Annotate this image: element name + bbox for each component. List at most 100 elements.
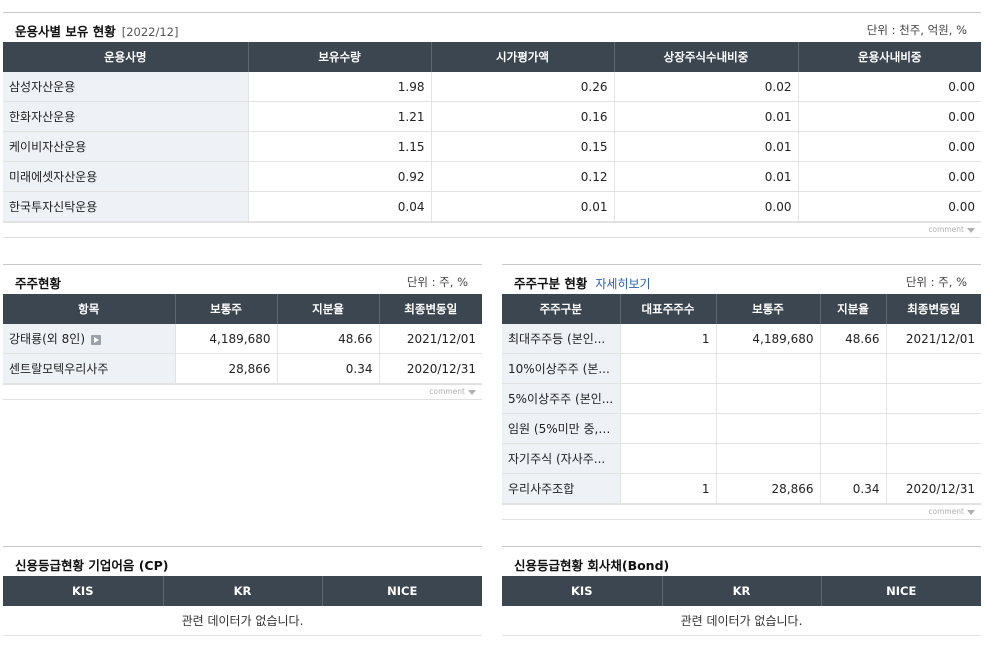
class-name: 임원 (5%미만 중, ... [502,413,620,444]
cell: 0.00 [797,72,981,102]
panel-title: 신용등급현황 회사채(Bond) [514,558,670,573]
col-holder-count: 대표주주수 [619,294,716,324]
comment-toggle[interactable]: comment [3,384,482,400]
cell: 48.66 [819,324,886,354]
col-last-changed: 최종변동일 [378,294,482,324]
cell: 0.34 [276,353,379,384]
col-kis: KIS [502,576,662,606]
table-header-row: 주주구분 대표주주수 보통주 지분율 최종변동일 [502,294,981,324]
cell: 1 [619,473,716,504]
cell [885,353,981,384]
holder-name: 센트랄모텍우리사주 [3,353,175,384]
chevron-down-icon [967,227,975,233]
unit-label: 단위 : 천주, 억원, % [866,23,967,37]
fund-holdings-table: 운용사명 보유수량 시가평가액 상장주식수내비중 운용사내비중 삼성자산운용 1.… [3,42,981,222]
credit-rating-cp-table: KIS KR NICE 관련 데이터가 없습니다. [3,576,482,636]
cell: 1.21 [247,101,431,132]
col-share-ratio: 지분율 [276,294,379,324]
table-row: 한화자산운용 1.21 0.16 0.01 0.00 [3,101,981,132]
cell: 1.15 [247,131,431,162]
col-holder-class: 주주구분 [502,294,620,324]
fund-name: 한화자산운용 [3,101,248,132]
cell [819,413,886,444]
col-common-stock: 보통주 [174,294,277,324]
cell: 0.00 [797,131,981,162]
credit-rating-cp-panel: 신용등급현황 기업어음 (CP) KIS KR NICE 관련 데이터가 없습니… [3,546,482,636]
fund-holdings-title: 운용사별 보유 현황 [15,24,116,39]
table-header-row: KIS KR NICE [3,576,482,606]
cell: 4,189,680 [715,324,820,354]
cell: 1.98 [247,72,431,102]
table-row: 자기주식 (자사주... [502,443,981,474]
panel-title: 주주현황 [15,276,62,291]
credit-rating-cp-header: 신용등급현황 기업어음 (CP) [3,546,482,576]
panel-title: 운용사별 보유 현황 [2022/12] [15,21,178,40]
cell: 0.00 [797,191,981,222]
fund-holdings-panel: 운용사별 보유 현황 [2022/12] 단위 : 천주, 억원, % 운용사명 … [3,12,981,238]
cell: 48.66 [276,324,379,354]
table-row: 우리사주조합 1 28,866 0.34 2020/12/31 [502,473,981,504]
col-market-value: 시가평가액 [430,42,614,72]
comment-label: comment [928,225,964,234]
table-header-row: 항목 보통주 지분율 최종변동일 [3,294,482,324]
cell [819,353,886,384]
col-item: 항목 [3,294,175,324]
cell [619,353,716,384]
class-name: 우리사주조합 [502,473,620,504]
no-data-message: 관련 데이터가 없습니다. [3,606,482,636]
expand-arrow-icon[interactable] [91,334,102,345]
chevron-down-icon [967,509,975,515]
col-common-stock: 보통주 [715,294,820,324]
view-details-link[interactable]: 자세히보기 [595,277,650,291]
cell: 2020/12/31 [378,353,482,384]
cell: 0.34 [819,473,886,504]
col-fund-manager: 운용사명 [3,42,248,72]
unit-label: 단위 : 주, % [406,275,468,289]
col-kr: KR [162,576,322,606]
no-data-message: 관련 데이터가 없습니다. [502,606,981,636]
shareholder-class-table: 주주구분 대표주주수 보통주 지분율 최종변동일 최대주주등 (본인... 1 4,… [502,294,981,504]
fund-name: 삼성자산운용 [3,72,248,102]
cell [885,383,981,414]
credit-rating-bond-table: KIS KR NICE 관련 데이터가 없습니다. [502,576,981,636]
table-row: 케이비자산운용 1.15 0.15 0.01 0.00 [3,131,981,162]
cell: 0.12 [430,161,614,192]
unit-label: 단위 : 주, % [905,275,967,289]
fund-name: 한국투자신탁운용 [3,191,248,222]
col-share-ratio: 지분율 [819,294,886,324]
cell [619,443,716,474]
cell: 0.00 [797,161,981,192]
holder-name-label: 강태룡(외 8인) [9,332,86,346]
table-row: 삼성자산운용 1.98 0.26 0.02 0.00 [3,72,981,102]
cell: 0.92 [247,161,431,192]
col-fund-ratio: 운용사내비중 [797,42,981,72]
table-row: 관련 데이터가 없습니다. [3,606,482,636]
panel-title: 주주구분 현황 자세히보기 [514,273,651,292]
table-row: 관련 데이터가 없습니다. [502,606,981,636]
cell: 0.16 [430,101,614,132]
cell: 0.01 [613,101,798,132]
cell: 0.15 [430,131,614,162]
fund-name: 미래에셋자산운용 [3,161,248,192]
comment-toggle[interactable]: comment [502,504,981,520]
shareholders-table: 항목 보통주 지분율 최종변동일 강태룡(외 8인) 4,189,680 48.66… [3,294,482,384]
cell: 1 [619,324,716,354]
cell: 0.00 [613,191,798,222]
table-row: 5%이상주주 (본인... [502,383,981,414]
table-row: 센트랄모텍우리사주 28,866 0.34 2020/12/31 [3,353,482,384]
col-last-changed: 최종변동일 [885,294,981,324]
cell: 0.04 [247,191,431,222]
class-name: 자기주식 (자사주... [502,443,620,474]
comment-label: comment [429,387,465,396]
cell [715,413,820,444]
holder-name[interactable]: 강태룡(외 8인) [3,324,175,354]
credit-rating-bond-panel: 신용등급현황 회사채(Bond) KIS KR NICE 관련 데이터가 없습니… [502,546,981,636]
shareholders-header: 주주현황 단위 : 주, % [3,264,482,294]
cell [819,383,886,414]
comment-toggle[interactable]: comment [3,222,981,238]
cell: 28,866 [715,473,820,504]
table-row: 임원 (5%미만 중, ... [502,413,981,444]
cell [885,443,981,474]
shareholder-class-header: 주주구분 현황 자세히보기 단위 : 주, % [502,264,981,294]
cell: 0.01 [613,161,798,192]
